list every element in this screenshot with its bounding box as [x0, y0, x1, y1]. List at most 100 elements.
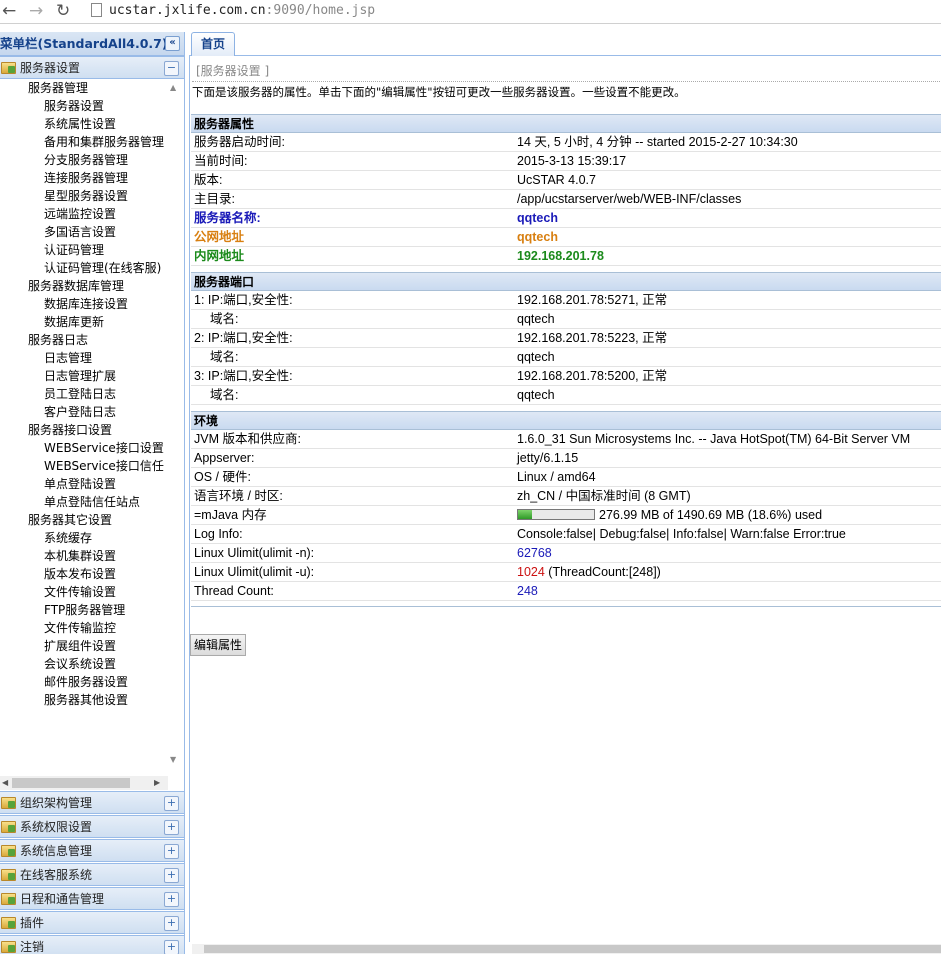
tree-item[interactable]: 服务器其他设置 [44, 691, 128, 709]
sidebar-panel[interactable]: 组织架构管理 + [0, 791, 184, 814]
section-title: 服务器端口 [191, 272, 941, 291]
tree-item[interactable]: 远端监控设置 [44, 205, 116, 223]
scrollbar-thumb[interactable] [12, 778, 130, 788]
expand-panel-icon[interactable]: + [164, 844, 179, 859]
tree-item[interactable]: 客户登陆日志 [44, 403, 116, 421]
folder-icon [1, 797, 16, 809]
property-label: 域名: [210, 350, 239, 364]
panel-server-settings[interactable]: 服务器设置 − [0, 56, 184, 79]
panel-label: 服务器设置 [20, 61, 81, 75]
folder-icon [1, 893, 16, 905]
tree-item[interactable]: 服务器设置 [44, 97, 104, 115]
tree-item[interactable]: 备用和集群服务器管理 [44, 133, 164, 151]
edit-properties-button[interactable]: 编辑属性 [190, 634, 247, 656]
tree-item[interactable]: 单点登陆设置 [44, 475, 116, 493]
back-icon[interactable]: ← [2, 1, 16, 21]
property-value: 276.99 MB of 1490.69 MB (18.6%) used [517, 506, 822, 525]
tree-item[interactable]: 日志管理扩展 [44, 367, 116, 385]
property-value: 14 天, 5 小时, 4 分钟 -- started 2015-2-27 10… [517, 135, 798, 149]
sidebar-panel[interactable]: 插件 + [0, 911, 184, 934]
property-label: 当前时间: [194, 154, 248, 168]
sidebar-panel[interactable]: 在线客服系统 + [0, 863, 184, 886]
tree-item[interactable]: 数据库连接设置 [44, 295, 128, 313]
property-row: 内网地址 192.168.201.78 [191, 247, 941, 266]
tree-item[interactable]: 会议系统设置 [44, 655, 116, 673]
property-label: Thread Count: [194, 584, 274, 598]
main-horizontal-scrollbar[interactable] [192, 944, 941, 954]
property-row: Linux Ulimit(ulimit -n): 62768 [191, 544, 941, 563]
property-value: /app/ucstarserver/web/WEB-INF/classes [517, 192, 742, 206]
property-value: qqtech [517, 350, 555, 364]
scroll-left-icon[interactable]: ◀ [2, 776, 8, 790]
tree-group[interactable]: 服务器管理 [28, 79, 88, 97]
property-label: OS / 硬件: [194, 470, 251, 484]
property-row: 当前时间: 2015-3-13 15:39:17 [191, 152, 941, 171]
tree-vertical-scrollbar[interactable]: ▲ ▼ [168, 79, 182, 769]
tree-item[interactable]: 系统缓存 [44, 529, 92, 547]
thread-count-note: (ThreadCount:[248]) [544, 565, 661, 579]
sidebar-panel[interactable]: 日程和通告管理 + [0, 887, 184, 910]
tree-item[interactable]: 数据库更新 [44, 313, 104, 331]
tree-item[interactable]: 认证码管理 [44, 241, 104, 259]
tree-group[interactable]: 服务器数据库管理 [28, 277, 124, 295]
tree-item[interactable]: 分支服务器管理 [44, 151, 128, 169]
sidebar-panel[interactable]: 注销 + [0, 935, 184, 954]
forward-icon[interactable]: → [29, 1, 43, 21]
property-row: 1: IP:端口,安全性: 192.168.201.78:5271, 正常 [191, 291, 941, 310]
tree-item[interactable]: 文件传输监控 [44, 619, 116, 637]
tree-item[interactable]: 星型服务器设置 [44, 187, 128, 205]
tree-item[interactable]: FTP服务器管理 [44, 601, 125, 619]
expand-panel-icon[interactable]: + [164, 868, 179, 883]
sidebar-panel[interactable]: 系统信息管理 + [0, 839, 184, 862]
expand-panel-icon[interactable]: + [164, 916, 179, 931]
panel-label: 组织架构管理 [20, 796, 93, 810]
tree-item[interactable]: 邮件服务器设置 [44, 673, 128, 691]
tree-item[interactable]: 认证码管理(在线客服) [44, 259, 161, 277]
scroll-down-icon[interactable]: ▼ [170, 755, 176, 764]
scroll-up-icon[interactable]: ▲ [170, 83, 176, 92]
tree-group[interactable]: 服务器接口设置 [28, 421, 112, 439]
collapse-panel-icon[interactable]: − [164, 61, 179, 76]
panel-label: 系统信息管理 [20, 844, 93, 858]
tree-item[interactable]: 本机集群设置 [44, 547, 116, 565]
tree-horizontal-scrollbar[interactable]: ◀ ▶ [0, 776, 168, 790]
expand-panel-icon[interactable]: + [164, 796, 179, 811]
sidebar-menu: 菜单栏(StandardAll4.0.7) « 服务器设置 − 服务器管理 服务器… [0, 32, 185, 954]
tree-item[interactable]: 文件传输设置 [44, 583, 116, 601]
sidebar-title: 菜单栏(StandardAll4.0.7) « [0, 32, 184, 56]
property-row: JVM 版本和供应商: 1.6.0_31 Sun Microsystems Inc… [191, 430, 941, 449]
tree-item[interactable]: 多国语言设置 [44, 223, 116, 241]
tree-group[interactable]: 服务器日志 [28, 331, 88, 349]
tree-item[interactable]: 日志管理 [44, 349, 92, 367]
section-title: 服务器属性 [191, 114, 941, 133]
tree-item[interactable]: 员工登陆日志 [44, 385, 116, 403]
property-label: 2: IP:端口,安全性: [194, 331, 293, 345]
property-label: 域名: [210, 388, 239, 402]
property-value: 192.168.201.78:5223, 正常 [517, 331, 668, 345]
tree-item[interactable]: 版本发布设置 [44, 565, 116, 583]
expand-panel-icon[interactable]: + [164, 820, 179, 835]
tree-item[interactable]: 单点登陆信任站点 [44, 493, 140, 511]
expand-panel-icon[interactable]: + [164, 940, 179, 954]
tree-item[interactable]: 连接服务器管理 [44, 169, 128, 187]
url-path: /home.jsp [304, 3, 376, 18]
scrollbar-thumb[interactable] [204, 945, 941, 953]
tree-group[interactable]: 服务器其它设置 [28, 511, 112, 529]
tree-item[interactable]: 扩展组件设置 [44, 637, 116, 655]
tree-item[interactable]: WEBService接口信任 [44, 457, 164, 475]
url-host: ucstar.jxlife.com.cn [109, 3, 266, 18]
scroll-right-icon[interactable]: ▶ [154, 776, 160, 790]
tab-home[interactable]: 首页 [191, 32, 235, 56]
memory-usage-fill [518, 510, 533, 520]
tree-item[interactable]: 系统属性设置 [44, 115, 116, 133]
property-value: 192.168.201.78:5271, 正常 [517, 293, 668, 307]
collapse-sidebar-icon[interactable]: « [165, 36, 180, 51]
sidebar-panel[interactable]: 系统权限设置 + [0, 815, 184, 838]
panel-label: 在线客服系统 [20, 868, 93, 882]
property-label: =mJava 内存 [194, 508, 267, 522]
tree-item[interactable]: WEBService接口设置 [44, 439, 164, 457]
expand-panel-icon[interactable]: + [164, 892, 179, 907]
address-bar[interactable]: ucstar.jxlife.com.cn:9090/home.jsp [109, 3, 375, 19]
reload-icon[interactable]: ↻ [56, 1, 70, 21]
property-label: Log Info: [194, 527, 243, 541]
